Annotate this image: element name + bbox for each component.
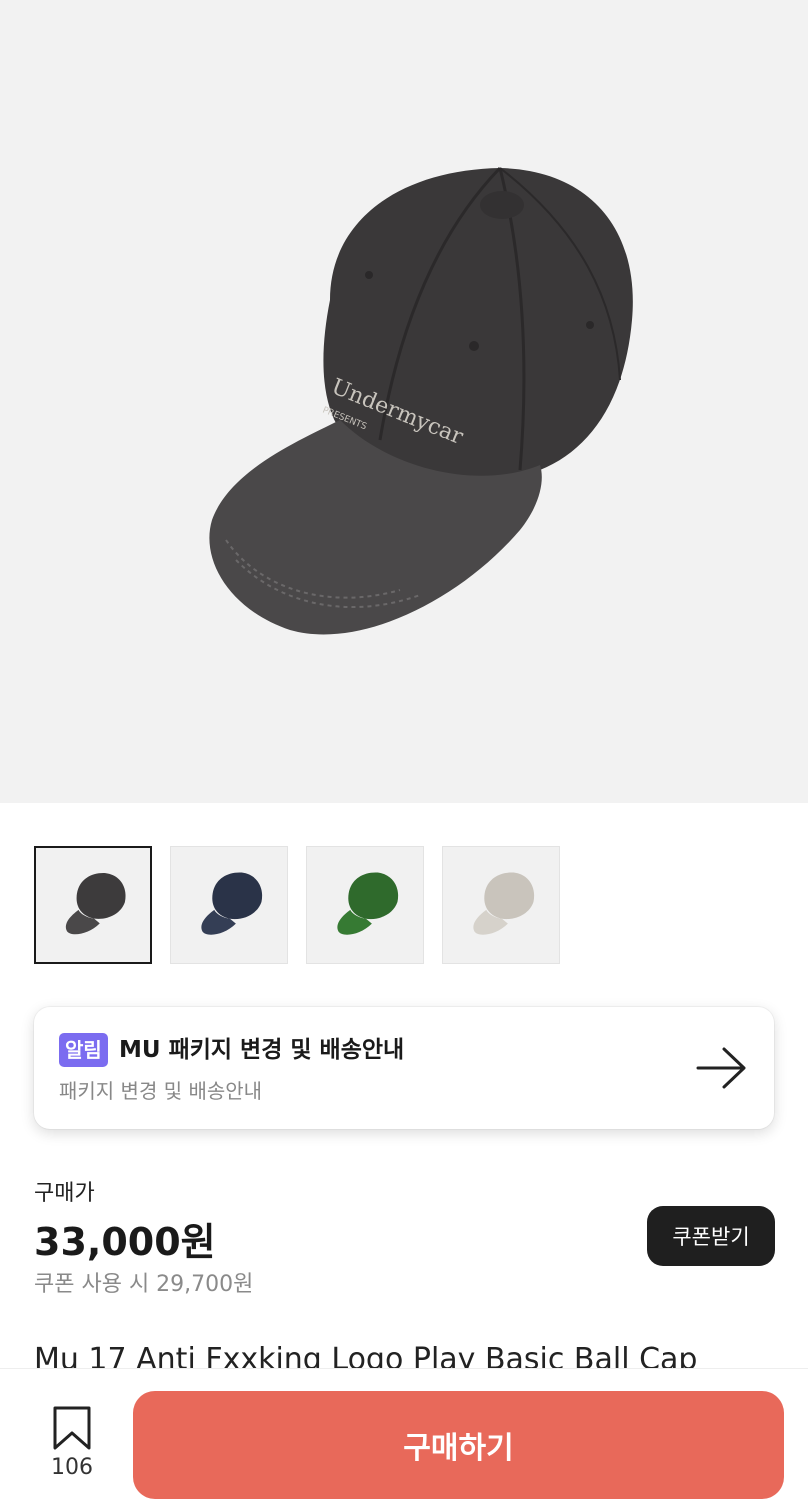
beige-cap-thumb-icon [473, 872, 535, 935]
bookmark-button[interactable]: 106 [38, 1405, 106, 1489]
buy-button[interactable]: 구매하기 [133, 1391, 784, 1499]
thumbnail-navy-cap[interactable] [170, 846, 288, 964]
get-coupon-button[interactable]: 쿠폰받기 [647, 1206, 775, 1266]
price-label: 구매가 [34, 1181, 95, 1206]
coupon-price-text: 쿠폰 사용 시 29,700원 [34, 1272, 254, 1297]
bookmark-count: 106 [51, 1455, 93, 1480]
bookmark-icon [53, 1406, 91, 1450]
notice-subtitle: 패키지 변경 및 배송안내 [59, 1079, 263, 1103]
notice-badge: 알림 [59, 1033, 108, 1067]
thumbnail-beige-cap[interactable] [442, 846, 560, 964]
product-hero-image[interactable]: Undermycar PRESENTS [0, 0, 808, 803]
thumbnail-strip [34, 846, 560, 964]
navy-cap-thumb-icon [201, 872, 263, 935]
arrow-right-icon[interactable] [696, 1045, 748, 1091]
thumbnail-black-cap[interactable] [34, 846, 152, 964]
bottom-action-bar: 106 구매하기 [0, 1368, 808, 1500]
price-value: 33,000원 [34, 1220, 216, 1264]
green-cap-thumb-icon [337, 872, 399, 935]
thumbnail-green-cap[interactable] [306, 846, 424, 964]
notice-card[interactable]: 알림 MU 패키지 변경 및 배송안내 패키지 변경 및 배송안내 [34, 1007, 774, 1129]
notice-title: MU 패키지 변경 및 배송안내 [119, 1037, 405, 1063]
black-ball-cap-image: Undermycar PRESENTS [209, 166, 633, 635]
black-cap-thumb-icon [65, 873, 126, 935]
